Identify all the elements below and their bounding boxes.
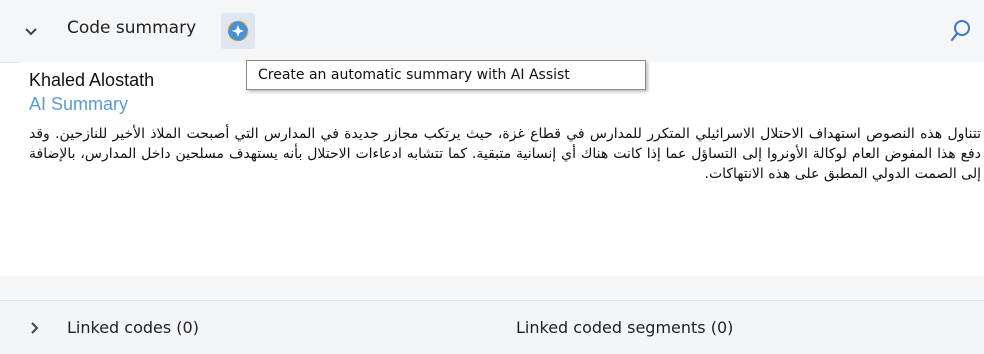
- linked-segments-label[interactable]: Linked coded segments (0): [516, 318, 733, 337]
- ai-assist-icon: [227, 20, 249, 42]
- tooltip-text: Create an automatic summary with AI Assi…: [258, 67, 570, 83]
- linked-codes-label[interactable]: Linked codes (0): [67, 318, 199, 337]
- section-title: Code summary: [67, 18, 197, 38]
- chevron-right-icon[interactable]: [29, 321, 41, 335]
- summary-text[interactable]: تتناول هذه النصوص استهداف الاحتلال الاسر…: [29, 124, 981, 184]
- code-summary-header: Code summary: [0, 0, 984, 63]
- ai-summary-label: AI Summary: [29, 94, 129, 114]
- search-icon[interactable]: [950, 19, 972, 43]
- linked-section: Linked codes (0) Linked coded segments (…: [0, 300, 984, 354]
- divider-band: [0, 276, 984, 300]
- chevron-down-icon[interactable]: [24, 25, 38, 39]
- ai-assist-tooltip: Create an automatic summary with AI Assi…: [246, 60, 646, 90]
- ai-assist-button[interactable]: [221, 13, 255, 49]
- author-name: Khaled Alostath: [29, 70, 155, 90]
